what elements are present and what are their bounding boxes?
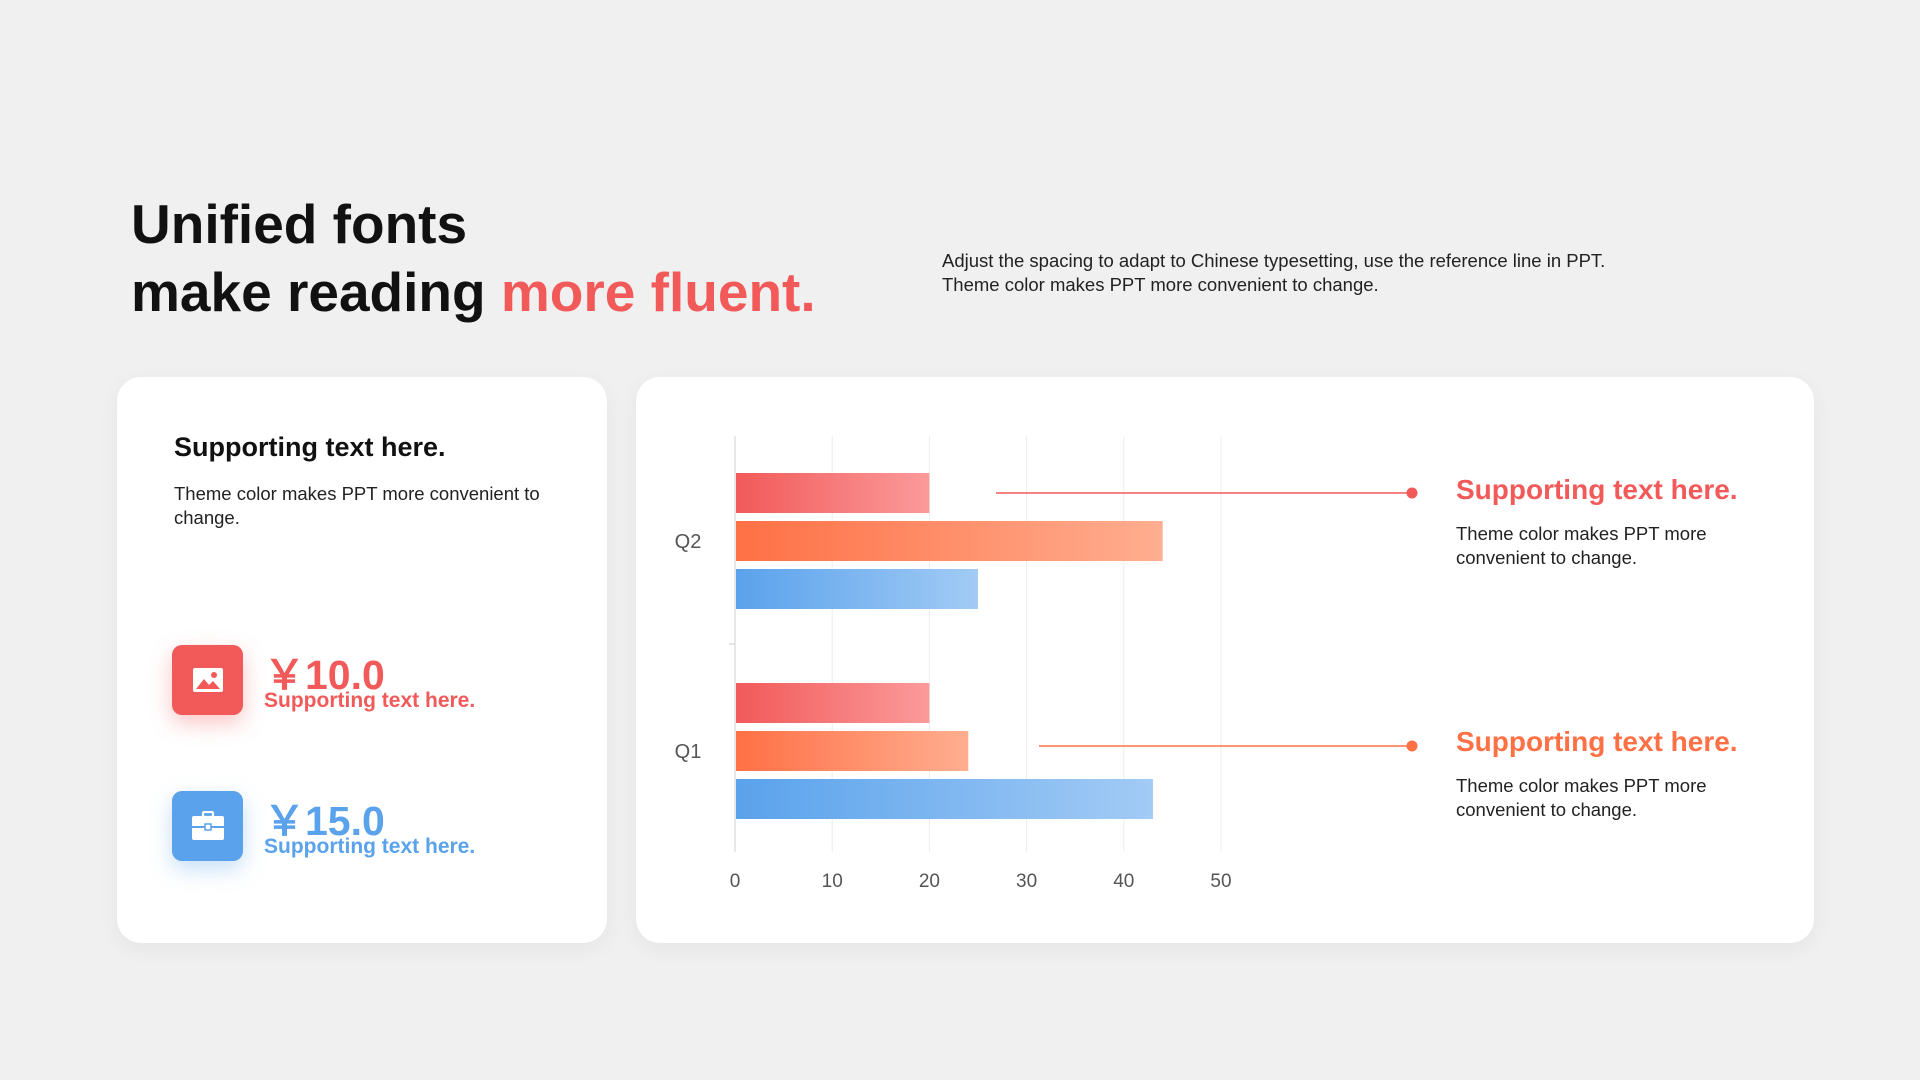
price-label-2: Supporting text here. [264, 835, 476, 858]
x-tick-label: 20 [919, 871, 940, 892]
bar-chart: 0 10 20 30 40 50 Q2 Q1 [675, 436, 1418, 892]
chart-card: 0 10 20 30 40 50 Q2 Q1 Supporting text here. Th… [636, 377, 1814, 943]
annotation-q2-description: Theme color makes PPT more convenient to… [1456, 523, 1707, 568]
bar-q2-series-1 [736, 473, 930, 513]
summary-card-description: Theme color makes PPT more convenient to… [174, 483, 540, 528]
x-tick-label: 30 [1016, 871, 1037, 892]
category-label-q2: Q2 [675, 531, 702, 553]
x-tick-label: 10 [822, 871, 843, 892]
image-icon [172, 645, 243, 715]
briefcase-icon [172, 791, 243, 861]
headline-line-1: Unified fonts [131, 193, 468, 255]
intro-line-1: Adjust the spacing to adapt to Chinese t… [942, 250, 1606, 271]
annotation-q2-title: Supporting text here. [1456, 474, 1738, 505]
leader-dot-2 [1406, 740, 1418, 752]
x-tick-label: 40 [1113, 871, 1134, 892]
price-label-1: Supporting text here. [264, 689, 476, 712]
bar-q1-series-2 [736, 731, 969, 771]
x-tick-label: 50 [1210, 871, 1231, 892]
bar-q1-series-1 [736, 683, 930, 723]
annotation-q1-title: Supporting text here. [1456, 726, 1738, 757]
intro-text: Adjust the spacing to adapt to Chinese t… [942, 249, 1702, 297]
annotation-q1: Supporting text here. Theme color makes … [1456, 726, 1776, 822]
headline-line-2-prefix: make reading [131, 261, 501, 323]
headline: Unified fonts make reading more fluent. [131, 190, 816, 326]
summary-card-title: Supporting text here. [174, 432, 446, 462]
category-label-q1: Q1 [675, 741, 702, 763]
headline-accent: more fluent. [500, 261, 816, 323]
leader-dot-1 [1406, 487, 1418, 499]
summary-card: Supporting text here. Theme color makes … [117, 377, 607, 943]
annotation-q2: Supporting text here. Theme color makes … [1456, 474, 1776, 570]
bar-q1-series-3 [736, 779, 1153, 819]
intro-line-2: Theme color makes PPT more convenient to… [942, 274, 1379, 295]
x-tick-label: 0 [730, 871, 741, 892]
bar-q2-series-2 [736, 521, 1163, 561]
bar-q2-series-3 [736, 569, 978, 609]
annotation-q1-description: Theme color makes PPT more convenient to… [1456, 775, 1707, 820]
